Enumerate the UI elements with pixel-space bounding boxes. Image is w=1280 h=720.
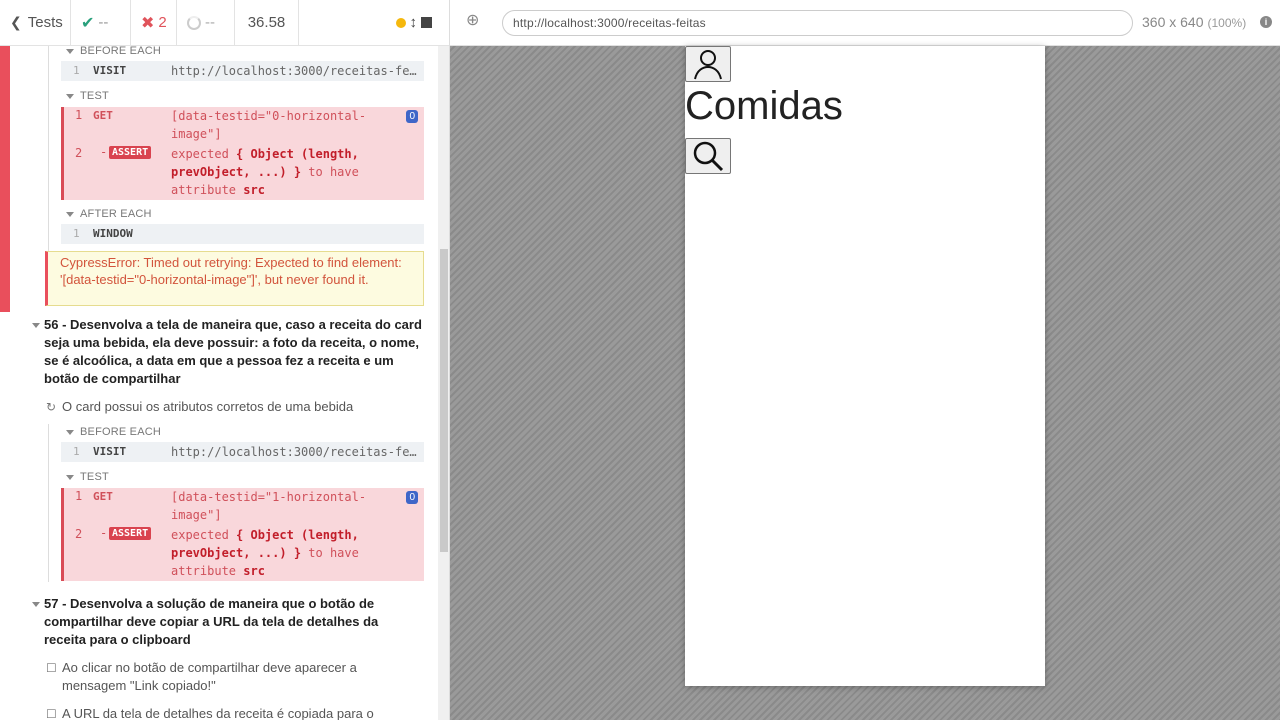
tree-line bbox=[48, 424, 49, 582]
before-each-header[interactable]: BEFORE EACH bbox=[66, 426, 161, 438]
command-name: VISIT bbox=[93, 445, 127, 458]
refresh-icon: ↻ bbox=[46, 400, 57, 414]
url-bar[interactable]: http://localhost:3000/receitas-feitas bbox=[502, 10, 1133, 36]
element-count-badge: 0 bbox=[406, 491, 418, 504]
caret-down-icon bbox=[32, 323, 40, 328]
viewport-size: 360 x 640 (100%) bbox=[1142, 14, 1246, 30]
pending-value: -- bbox=[205, 14, 215, 31]
fail-indicator-bar bbox=[0, 46, 10, 312]
test-header[interactable]: TEST bbox=[66, 90, 109, 102]
failed-count: ✖ 2 bbox=[131, 0, 177, 45]
passed-value: -- bbox=[98, 14, 109, 31]
test-reporter: ❮ Tests ✔ -- ✖ 2 -- 36.58 ↕ BEFORE EACH … bbox=[0, 0, 450, 720]
suite-title[interactable]: 56 - Desenvolva a tela de maneira que, c… bbox=[44, 316, 422, 388]
scroll-arrows-icon: ↕ bbox=[409, 14, 418, 31]
command-message: http://localhost:3000/receitas-feitas bbox=[171, 445, 423, 459]
command-visit[interactable]: 1 VISIT http://localhost:3000/receitas-f… bbox=[61, 442, 424, 462]
app-under-test: ⊕ http://localhost:3000/receitas-feitas … bbox=[450, 0, 1280, 720]
hook-label: TEST bbox=[80, 90, 109, 102]
tests-button[interactable]: ❮ Tests bbox=[0, 0, 71, 45]
reporter-scrollbar[interactable] bbox=[438, 46, 449, 720]
command-number: 2 bbox=[75, 146, 83, 160]
assert-badge[interactable]: ASSERT bbox=[109, 527, 152, 540]
command-message: [data-testid="1-horizontal-image"] bbox=[171, 490, 367, 522]
caret-down-icon bbox=[66, 474, 74, 480]
command-number: 1 bbox=[75, 108, 83, 122]
command-number: 1 bbox=[73, 445, 80, 458]
caret-down-icon bbox=[66, 429, 74, 435]
tests-label: Tests bbox=[27, 14, 63, 31]
zoom-level: (100%) bbox=[1207, 16, 1247, 30]
hook-label: BEFORE EACH bbox=[80, 426, 162, 438]
test-title[interactable]: O card possui os atributos corretos de u… bbox=[62, 398, 422, 416]
selector-playground-icon[interactable]: ⊕ bbox=[466, 13, 482, 29]
failed-value: 2 bbox=[158, 14, 167, 31]
duration: 36.58 bbox=[235, 0, 299, 45]
info-icon[interactable]: i bbox=[1260, 16, 1272, 28]
hook-label: AFTER EACH bbox=[80, 208, 152, 220]
command-number: 1 bbox=[75, 489, 83, 503]
reporter-body: BEFORE EACH 1 VISIT http://localhost:300… bbox=[0, 46, 438, 720]
checkbox-icon: ☐ bbox=[46, 707, 57, 720]
caret-down-icon bbox=[66, 211, 74, 217]
failed-commands: 1 GET [data-testid="1-horizontal-image"]… bbox=[61, 488, 424, 581]
command-name: WINDOW bbox=[93, 227, 133, 240]
profile-button[interactable] bbox=[685, 46, 731, 82]
profile-icon bbox=[694, 50, 722, 80]
after-each-header[interactable]: AFTER EACH bbox=[66, 208, 152, 220]
test-title[interactable]: A URL da tela de detalhes da receita é c… bbox=[62, 705, 422, 720]
scrollbar-thumb[interactable] bbox=[440, 249, 448, 552]
test-header[interactable]: TEST bbox=[66, 471, 109, 483]
viewport-value: 360 x 640 bbox=[1142, 14, 1204, 30]
command-visit[interactable]: 1 VISIT http://localhost:3000/receitas-f… bbox=[61, 61, 424, 81]
command-message: http://localhost:3000/receitas-feitas bbox=[171, 64, 423, 78]
x-icon: ✖ bbox=[141, 14, 155, 32]
error-message[interactable]: CypressError: Timed out retrying: Expect… bbox=[45, 251, 424, 306]
assert-attr: src bbox=[243, 183, 265, 197]
search-icon bbox=[693, 141, 724, 172]
command-message: [data-testid="0-horizontal-image"] bbox=[171, 109, 367, 141]
page-title: Comidas bbox=[685, 84, 843, 128]
assert-expected: expected bbox=[171, 147, 229, 161]
caret-down-icon bbox=[66, 48, 74, 54]
command-number: 1 bbox=[73, 227, 80, 240]
failed-commands: 1 GET [data-testid="0-horizontal-image"]… bbox=[61, 107, 424, 200]
command-name[interactable]: GET bbox=[93, 490, 113, 503]
reporter-header: ❮ Tests ✔ -- ✖ 2 -- 36.58 ↕ bbox=[0, 0, 449, 46]
caret-down-icon bbox=[66, 93, 74, 99]
suite-title[interactable]: 57 - Desenvolva a solução de maneira que… bbox=[44, 595, 422, 649]
command-name[interactable]: GET bbox=[93, 109, 113, 122]
command-number: 2 bbox=[75, 527, 83, 541]
before-each-header[interactable]: BEFORE EACH bbox=[66, 46, 161, 57]
test-title[interactable]: Ao clicar no botão de compartilhar deve … bbox=[62, 659, 422, 695]
app-frame: Comidas bbox=[685, 46, 1045, 686]
assert-attr: src bbox=[243, 564, 265, 578]
pending-count: -- bbox=[177, 0, 235, 45]
stop-button[interactable] bbox=[421, 17, 432, 28]
aut-header: ⊕ http://localhost:3000/receitas-feitas … bbox=[450, 0, 1280, 46]
command-number: 1 bbox=[73, 64, 80, 77]
check-icon: ✔ bbox=[81, 14, 95, 32]
hook-label: TEST bbox=[80, 471, 109, 483]
command-name: VISIT bbox=[93, 64, 127, 77]
passed-count: ✔ -- bbox=[71, 0, 131, 45]
spinner-icon bbox=[187, 15, 201, 30]
assert-expected: expected bbox=[171, 528, 229, 542]
element-count-badge: 0 bbox=[406, 110, 418, 123]
command-window[interactable]: 1 WINDOW bbox=[61, 224, 424, 244]
checkbox-icon: ☐ bbox=[46, 661, 57, 675]
autoscroll-toggle[interactable]: ↕ bbox=[395, 14, 418, 31]
search-button[interactable] bbox=[685, 138, 731, 174]
chevron-left-icon: ❮ bbox=[10, 14, 22, 30]
assert-dash: - bbox=[100, 145, 108, 159]
controls: ↕ bbox=[299, 0, 449, 45]
assert-badge[interactable]: ASSERT bbox=[109, 146, 152, 159]
tree-line bbox=[48, 46, 49, 256]
assert-dash: - bbox=[100, 526, 108, 540]
caret-down-icon bbox=[32, 602, 40, 607]
hook-label: BEFORE EACH bbox=[80, 46, 162, 57]
running-indicator-icon bbox=[395, 17, 406, 28]
